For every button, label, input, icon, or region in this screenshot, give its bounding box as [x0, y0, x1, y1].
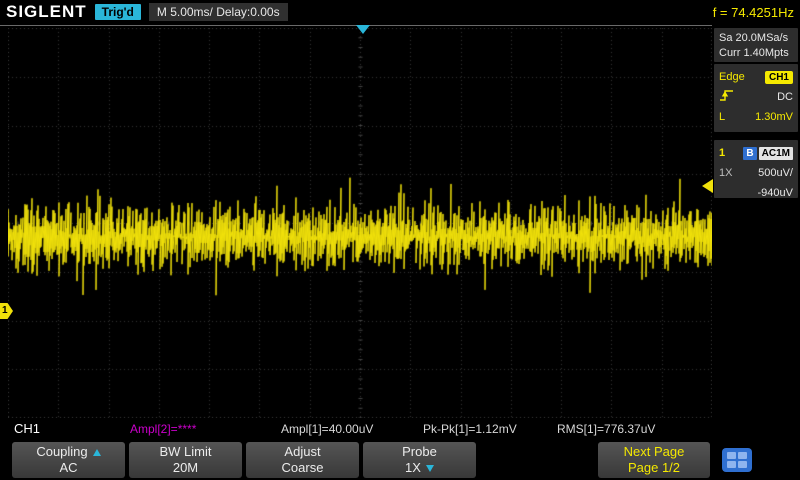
- brand-logo: SIGLENT: [6, 2, 87, 22]
- right-info-panel: Sa 20.0MSa/s Curr 1.40Mpts Edge CH1 DC L…: [714, 28, 798, 198]
- softkey-coupling-label: Coupling: [36, 444, 87, 460]
- softkey-nextpage-value: Page 1/2: [628, 460, 680, 476]
- channel-label: CH1: [14, 418, 40, 440]
- sample-rate: Sa 20.0MSa/s: [719, 31, 793, 46]
- timebase-readout[interactable]: M 5.00ms/ Delay:0.00s: [149, 3, 288, 21]
- softkey-coupling[interactable]: Coupling AC: [12, 442, 125, 478]
- oscilloscope-screen: SIGLENT Trig'd M 5.00ms/ Delay:0.00s f =…: [0, 0, 800, 480]
- channel-number: 1: [719, 147, 725, 159]
- softkey-adjust-label: Adjust: [284, 444, 320, 460]
- trigger-position-marker[interactable]: [356, 25, 370, 34]
- waveform-display: [8, 28, 712, 418]
- probe-attenuation: 1X: [719, 167, 732, 179]
- softkey-bwlimit-label: BW Limit: [160, 444, 212, 460]
- trigger-coupling: DC: [777, 91, 793, 103]
- trigger-level-label: L: [719, 111, 725, 123]
- top-status-bar: SIGLENT Trig'd M 5.00ms/ Delay:0.00s f =…: [0, 0, 800, 24]
- acquisition-info-box: Sa 20.0MSa/s Curr 1.40Mpts: [714, 28, 798, 62]
- softkey-nextpage[interactable]: Next Page Page 1/2: [598, 442, 710, 478]
- softkey-bwlimit[interactable]: BW Limit 20M: [129, 442, 242, 478]
- softkey-menu: Coupling AC BW Limit 20M Adjust Coarse P…: [0, 441, 800, 479]
- trigger-status-badge: Trig'd: [95, 4, 141, 20]
- measurement-item-0: Ampl[2]=****: [130, 418, 196, 440]
- softkey-bwlimit-value: 20M: [173, 460, 198, 476]
- bandwidth-limit-badge: B: [743, 147, 756, 160]
- trigger-info-box[interactable]: Edge CH1 DC L 1.30mV: [714, 64, 798, 132]
- menu-onoff-button[interactable]: [722, 448, 752, 472]
- measurement-item-1: Ampl[1]=40.00uV: [281, 418, 373, 440]
- trigger-source-badge: CH1: [765, 71, 793, 84]
- trigger-level-marker[interactable]: [702, 179, 713, 193]
- vertical-scale: 500uV/: [758, 167, 793, 179]
- softkey-adjust-value: Coarse: [282, 460, 324, 476]
- channel-coupling-badge: AC1M: [759, 147, 793, 160]
- softkey-coupling-value: AC: [59, 460, 77, 476]
- softkey-adjust[interactable]: Adjust Coarse: [246, 442, 359, 478]
- vertical-offset: -940uV: [758, 187, 793, 199]
- softkey-probe[interactable]: Probe 1X: [363, 442, 476, 478]
- channel1-info-box[interactable]: 1 B AC1M 1X 500uV/ -940uV: [714, 140, 798, 198]
- trigger-type: Edge: [719, 71, 745, 83]
- softkey-probe-value: 1X: [405, 460, 421, 476]
- rising-edge-icon: [719, 89, 734, 105]
- up-arrow-icon: [93, 449, 101, 456]
- menu-grid-icon: [727, 452, 747, 468]
- measurement-item-2: Pk-Pk[1]=1.12mV: [423, 418, 517, 440]
- softkey-probe-label: Probe: [402, 444, 437, 460]
- measurement-bar: CH1 Ampl[2]=**** Ampl[1]=40.00uV Pk-Pk[1…: [0, 418, 712, 440]
- frequency-counter: f = 74.4251Hz: [713, 5, 800, 20]
- down-arrow-icon: [426, 465, 434, 472]
- measurement-item-3: RMS[1]=776.37uV: [557, 418, 655, 440]
- softkey-nextpage-label: Next Page: [624, 444, 685, 460]
- memory-depth: Curr 1.40Mpts: [719, 46, 793, 61]
- trigger-level-value: 1.30mV: [755, 111, 793, 123]
